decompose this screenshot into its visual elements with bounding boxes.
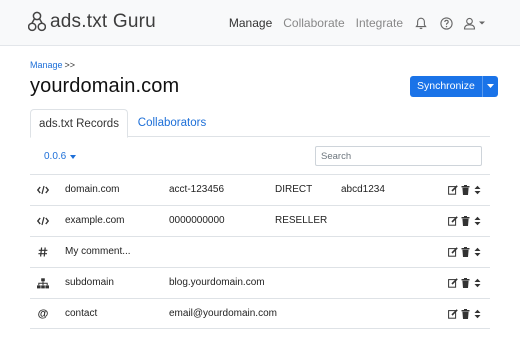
record-domain: domain.com [65, 184, 120, 195]
brand[interactable]: ads.txt Guru [28, 11, 156, 33]
row-actions [446, 215, 482, 227]
record-account-id: 0000000000 [169, 215, 225, 226]
row-actions [446, 277, 482, 289]
edit-icon[interactable] [448, 278, 458, 289]
trash-icon[interactable] [460, 185, 470, 196]
row-actions [446, 308, 482, 320]
user-menu[interactable] [463, 17, 486, 30]
table-row: My comment... [30, 236, 490, 267]
sitemap-icon [36, 268, 50, 298]
edit-icon[interactable] [448, 216, 458, 227]
sort-icon[interactable] [472, 216, 482, 227]
trash-icon[interactable] [460, 216, 470, 227]
synchronize-button-group: Synchronize [410, 76, 498, 97]
synchronize-button[interactable]: Synchronize [410, 76, 482, 97]
record-value: blog.yourdomain.com [169, 277, 265, 288]
row-actions [446, 184, 482, 196]
sort-icon[interactable] [472, 247, 482, 258]
trash-icon[interactable] [460, 309, 470, 320]
caret-down-icon [486, 84, 494, 88]
trash-icon[interactable] [460, 278, 470, 289]
record-account-id: acct-123456 [169, 184, 225, 195]
tab-collaborators[interactable]: Collaborators [130, 109, 214, 137]
record-certification-id: abcd1234 [341, 184, 385, 195]
chevron-down-icon [479, 21, 485, 25]
table-row: example.com 0000000000 RESELLER [30, 205, 490, 236]
edit-icon[interactable] [448, 247, 458, 258]
edit-icon[interactable] [448, 309, 458, 320]
at-icon: @ [37, 308, 49, 320]
help-circle-icon[interactable] [439, 16, 453, 30]
record-relationship: DIRECT [275, 184, 313, 195]
breadcrumb-link-manage[interactable]: Manage [30, 60, 63, 70]
version-label: 0.0.6 [44, 151, 67, 162]
bell-icon[interactable] [414, 16, 428, 30]
table-row: @ contact email@yourdomain.com [30, 298, 490, 329]
row-actions [446, 246, 482, 258]
breadcrumb-separator: >> [64, 60, 76, 70]
nav-link-integrate[interactable]: Integrate [356, 13, 403, 33]
hash-icon [36, 237, 50, 267]
trash-icon[interactable] [460, 247, 470, 258]
code-icon [36, 175, 50, 205]
table-row: domain.com acct-123456 DIRECT abcd1234 [30, 174, 490, 205]
record-variable: contact [65, 308, 98, 319]
nav-link-collaborate[interactable]: Collaborate [283, 13, 344, 33]
logo-icon [28, 11, 46, 32]
synchronize-dropdown-toggle[interactable] [481, 76, 498, 97]
record-variable: subdomain [65, 277, 114, 288]
caret-down-icon [70, 154, 77, 159]
breadcrumb: Manage >> [30, 60, 75, 70]
record-domain: example.com [65, 215, 125, 226]
brand-name: ads.txt Guru [50, 11, 156, 32]
sort-icon[interactable] [472, 278, 482, 289]
sort-icon[interactable] [472, 309, 482, 320]
record-relationship: RESELLER [275, 215, 328, 226]
edit-icon[interactable] [448, 185, 458, 196]
table-row: subdomain blog.yourdomain.com [30, 267, 490, 298]
top-navbar: ads.txt Guru Manage Collaborate Integrat… [0, 0, 520, 46]
user-icon [463, 17, 476, 30]
sort-icon[interactable] [472, 185, 482, 196]
nav-links: Manage Collaborate Integrate [218, 13, 486, 33]
tab-bar: ads.txt Records Collaborators [30, 109, 490, 138]
tab-ads-txt-records[interactable]: ads.txt Records [30, 109, 128, 138]
version-dropdown[interactable]: 0.0.6 [44, 151, 77, 162]
code-icon [36, 206, 50, 236]
record-value: email@yourdomain.com [169, 308, 277, 319]
search-input[interactable] [315, 146, 482, 166]
page-title: yourdomain.com [30, 75, 180, 97]
nav-link-manage[interactable]: Manage [229, 13, 272, 33]
record-comment: My comment... [65, 246, 131, 257]
